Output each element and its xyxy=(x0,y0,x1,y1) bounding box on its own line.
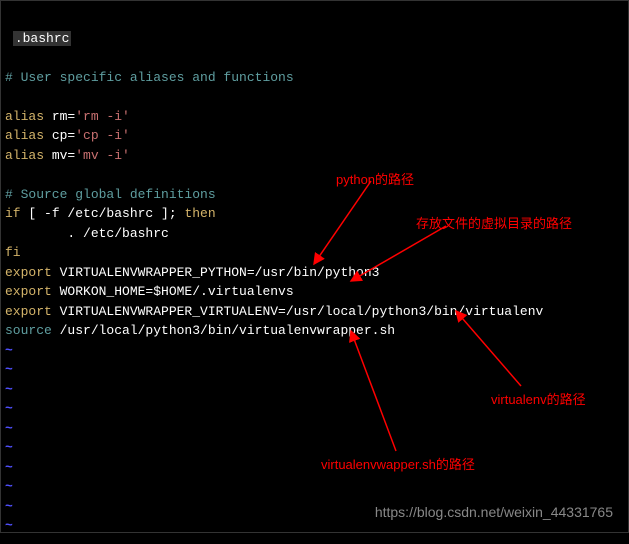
tilde-line: ~ xyxy=(5,499,13,514)
tilde-line: ~ xyxy=(5,362,13,377)
tilde-line: ~ xyxy=(5,343,13,358)
watermark: https://blog.csdn.net/weixin_44331765 xyxy=(375,504,613,520)
tilde-line: ~ xyxy=(5,421,13,436)
tilde-line: ~ xyxy=(5,518,13,533)
filename-highlight: .bashrc xyxy=(13,31,72,46)
tilde-line: ~ xyxy=(5,401,13,416)
comment-line: # User specific aliases and functions xyxy=(5,70,294,85)
tilde-line: ~ xyxy=(5,440,13,455)
tilde-line: ~ xyxy=(5,382,13,397)
tilde-line: ~ xyxy=(5,460,13,475)
terminal-content: .bashrc # User specific aliases and func… xyxy=(1,1,628,544)
comment-line: # Source global definitions xyxy=(5,187,216,202)
tilde-line: ~ xyxy=(5,479,13,494)
